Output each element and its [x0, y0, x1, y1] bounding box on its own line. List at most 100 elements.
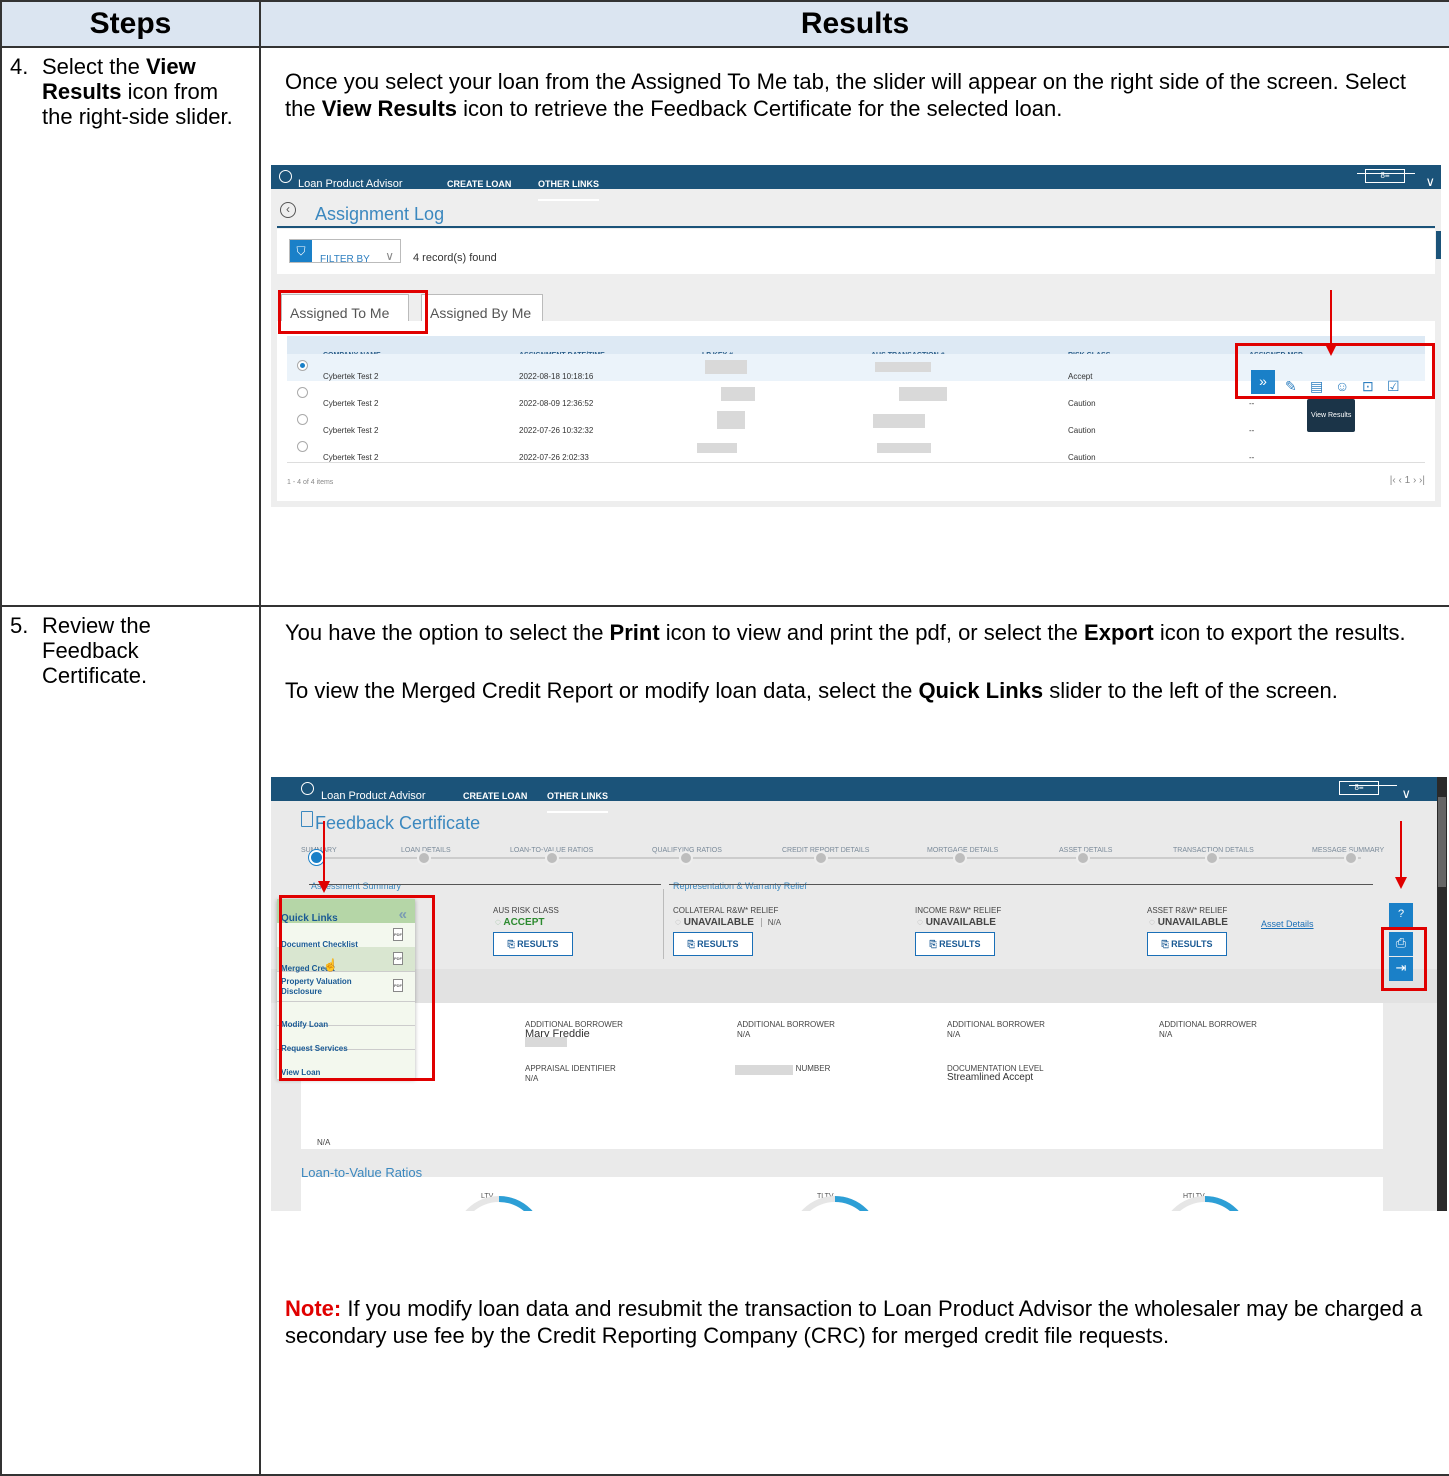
row-radio[interactable]: [297, 387, 308, 398]
step-dot[interactable]: [1076, 851, 1090, 865]
step-dot-active[interactable]: [309, 850, 324, 865]
step-number: 5.: [10, 613, 29, 638]
rw-relief-title: Representation & Warranty Relief: [673, 881, 807, 891]
results-header: Results: [259, 0, 1449, 48]
document: Steps Results 4. Select the View Results …: [0, 0, 1449, 1476]
lp-key-redacted: [721, 387, 755, 401]
asset-results-button[interactable]: ⎘ RESULTS: [1147, 932, 1227, 956]
certificate-icon: [301, 811, 313, 827]
row-radio[interactable]: [297, 441, 308, 452]
left-na: N/A: [317, 1138, 331, 1147]
highlight-box-quick-links: [279, 895, 435, 1081]
shield-icon: ◌: [917, 917, 926, 928]
vertical-divider: [663, 889, 664, 959]
filter-bar: ⛉ FILTER BY ∨ 4 record(s) found: [277, 229, 1435, 274]
step-dot[interactable]: [545, 851, 559, 865]
section-stepper: SUMMARY LOAN DETAILS LOAN-TO-VALUE RATIO…: [271, 837, 1437, 867]
asset-details-link[interactable]: Asset Details: [1261, 911, 1314, 938]
tab-assigned-by-me[interactable]: Assigned By Me: [421, 294, 543, 322]
results-icon: ⎘: [507, 939, 518, 949]
lp-key-redacted: [697, 443, 737, 453]
gauge-tltv: 80.78%: [787, 1193, 883, 1211]
shield-icon: ◌: [1149, 917, 1158, 928]
feedback-certificate-screenshot: Loan Product Advisor CREATE LOAN OTHER L…: [271, 777, 1447, 1211]
lp-key-redacted: [717, 411, 745, 429]
result-5-paragraph-1: You have the option to select the Print …: [285, 620, 1406, 645]
redacted: [525, 1037, 567, 1047]
chevron-down-icon[interactable]: ∨: [1401, 780, 1411, 807]
step-dot[interactable]: [814, 851, 828, 865]
results-icon: ⎘: [929, 939, 940, 949]
loan-band: [271, 969, 1437, 1003]
top-nav-bar: Loan Product Advisor CREATE LOAN OTHER L…: [271, 165, 1441, 201]
aus-redacted: [875, 362, 931, 372]
redacted: [735, 1065, 793, 1075]
filter-icon: ⛉: [290, 240, 312, 262]
step-4-cell: 4. Select the View Results icon from the …: [0, 46, 261, 607]
nav-create-loan[interactable]: CREATE LOAN: [447, 171, 511, 198]
rw-rule: [669, 884, 1373, 885]
table-row[interactable]: Cybertek Test 2 2022-07-26 2:02:33 Cauti…: [287, 435, 1425, 463]
red-arrow-head: [1395, 877, 1407, 889]
step-number: 4.: [10, 54, 29, 79]
highlight-box-print-export: [1381, 927, 1427, 991]
step-dot[interactable]: [953, 851, 967, 865]
step-dot[interactable]: [679, 851, 693, 865]
items-count: 1 - 4 of 4 items: [287, 479, 334, 486]
row-radio[interactable]: [297, 414, 308, 425]
assessment-rule: [309, 884, 661, 885]
red-arrow: [1330, 290, 1332, 346]
user-icon[interactable]: 8≡: [1339, 781, 1379, 795]
title-divider: [277, 226, 1435, 228]
pagination[interactable]: |‹ ‹ 1 › ›|: [1390, 467, 1425, 494]
red-arrow-head: [1325, 344, 1337, 356]
gauge-htltv: 80.78%: [1157, 1193, 1253, 1211]
lp-key-redacted: [705, 360, 747, 374]
aus-results-button[interactable]: ⎘ RESULTS: [493, 932, 573, 956]
results-icon: ⎘: [687, 939, 698, 949]
table-row[interactable]: Cybertek Test 2 2022-07-26 10:32:32 Caut…: [287, 408, 1425, 436]
step-dot[interactable]: [1205, 851, 1219, 865]
step-dot[interactable]: [417, 851, 431, 865]
step-5-text: Review the Feedback Certificate.: [42, 613, 151, 688]
page-title: Feedback Certificate: [315, 813, 481, 833]
scrollbar-thumb[interactable]: [1438, 797, 1446, 887]
nav-create-loan[interactable]: CREATE LOAN: [463, 783, 527, 810]
row-radio[interactable]: [297, 360, 308, 371]
chevron-down-icon[interactable]: ∨: [1425, 168, 1435, 195]
help-icon[interactable]: ?: [1389, 903, 1413, 927]
steps-header: Steps: [0, 0, 261, 48]
doc-level-value: Streamlined Accept: [947, 1072, 1034, 1083]
gauge-ltv: 80.57%: [451, 1193, 547, 1211]
app-name: Loan Product Advisor: [321, 790, 426, 802]
results-icon: ⎘: [1161, 939, 1172, 949]
red-arrow: [1400, 821, 1402, 879]
step-4-text: Select the View Results icon from the ri…: [42, 54, 233, 129]
aus-redacted: [877, 443, 931, 453]
back-icon[interactable]: ‹: [280, 202, 296, 218]
top-nav-bar: Loan Product Advisor CREATE LOAN OTHER L…: [271, 777, 1437, 813]
chevron-down-icon: ∨: [385, 249, 394, 263]
collateral-results-button[interactable]: ⎘ RESULTS: [673, 932, 753, 956]
step-dot[interactable]: [1344, 851, 1358, 865]
result-4-text: Once you select your loan from the Assig…: [285, 69, 1406, 121]
lpa-logo-icon: [279, 170, 292, 183]
assignment-log-screenshot: Loan Product Advisor CREATE LOAN OTHER L…: [271, 165, 1441, 507]
highlight-box-tab: [278, 290, 428, 334]
loan-details-panel: ADDITIONAL BORROWER Mary Freddie ADDITIO…: [301, 1003, 1383, 1149]
nav-other-links[interactable]: OTHER LINKS: [547, 783, 609, 813]
lpa-logo-icon: [301, 782, 314, 795]
page-title: Assignment Log: [315, 204, 445, 224]
filter-by-button[interactable]: ⛉ FILTER BY ∨: [289, 239, 401, 265]
red-arrow-head: [318, 881, 330, 893]
aus-redacted: [873, 414, 925, 428]
step-5-cell: 5. Review the Feedback Certificate.: [0, 605, 261, 1476]
user-icon[interactable]: 8≡: [1365, 169, 1405, 183]
income-results-button[interactable]: ⎘ RESULTS: [915, 932, 995, 956]
nav-other-links[interactable]: OTHER LINKS: [538, 171, 600, 201]
view-results-tooltip: View Results: [1307, 399, 1356, 432]
aus-redacted: [899, 387, 947, 401]
shield-icon: ◌: [675, 917, 684, 928]
red-arrow: [323, 821, 325, 883]
result-5-paragraph-2: To view the Merged Credit Report or modi…: [285, 678, 1338, 703]
